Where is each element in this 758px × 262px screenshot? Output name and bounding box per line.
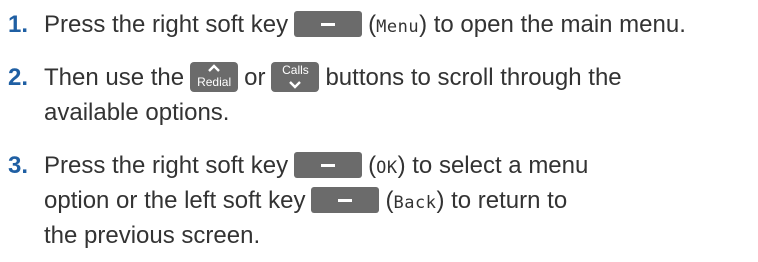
display-label-menu: Menu: [376, 17, 420, 37]
display-label-ok: OK: [376, 158, 398, 178]
right-soft-key-icon: [294, 152, 363, 178]
step-text: Then use the Redial or Calls buttons to scro…: [44, 60, 622, 130]
step-3: 3. Press the right soft key (OK) to selec…: [8, 148, 588, 253]
chevron-down-icon: [289, 81, 302, 89]
step-1: 1. Press the right soft key (Menu) to ope…: [8, 7, 686, 42]
step-line: Press the right soft key (OK) to select a…: [44, 152, 589, 179]
step-text: Press the right soft key (Menu) to open t…: [44, 7, 686, 42]
step-2: 2. Then use the Redial or Calls buttons to s…: [8, 60, 622, 130]
calls-key-icon: Calls: [271, 62, 320, 92]
step-line: available options.: [44, 99, 230, 126]
step-line: the previous screen.: [44, 222, 261, 249]
redial-key-icon: Redial: [190, 62, 239, 92]
step-line: Press the right soft key (Menu) to open t…: [44, 11, 686, 38]
step-line: Then use the Redial or Calls buttons to scro…: [44, 62, 622, 92]
instructions: 1. Press the right soft key (Menu) to ope…: [0, 0, 758, 262]
left-soft-key-icon: [311, 187, 380, 213]
step-line: option or the left soft key (Back) to ret…: [44, 187, 568, 214]
step-number: 2.: [8, 64, 29, 91]
chevron-up-icon: [208, 64, 220, 72]
right-soft-key-icon: [294, 11, 363, 37]
display-label-back: Back: [393, 193, 437, 213]
step-number: 3.: [8, 152, 29, 179]
step-text: Press the right soft key (OK) to select a…: [44, 148, 588, 253]
step-number: 1.: [8, 11, 29, 38]
